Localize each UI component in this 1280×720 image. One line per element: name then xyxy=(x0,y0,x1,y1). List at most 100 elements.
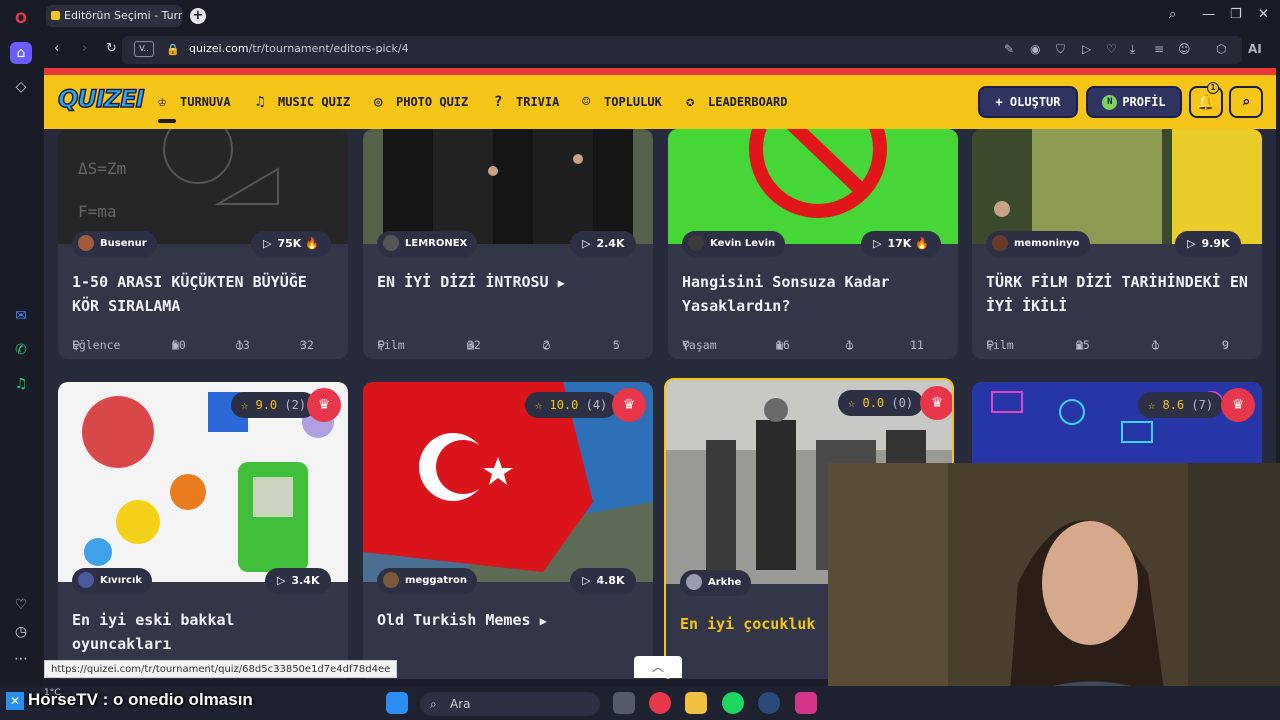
author-pill[interactable]: Arkhe xyxy=(680,570,752,596)
notifications-button[interactable]: 🔔 1 xyxy=(1189,82,1223,118)
opera-logo-icon[interactable]: O xyxy=(10,8,32,30)
more-icon[interactable]: ⋯ xyxy=(10,648,32,670)
minimize-button[interactable]: — xyxy=(1202,7,1215,22)
quiz-title[interactable]: 1-50 ARASI KÜÇÜKTEN BÜYÜĞE KÖR SIRALAMA xyxy=(72,270,342,318)
nav-music-quiz[interactable]: ♫ MUSIC QUIZ xyxy=(256,94,350,110)
bell-icon: 🔔 xyxy=(1196,93,1216,111)
extensions-icon[interactable]: ⬡ xyxy=(1216,42,1226,56)
quiz-title[interactable]: Old Turkish Memes ▶ xyxy=(377,608,647,633)
quiz-title[interactable]: TÜRK FİLM DİZİ TARİHİNDEKİ EN İYİ İKİLİ xyxy=(986,270,1261,318)
favorites-icon[interactable]: ♡ xyxy=(10,594,32,616)
crown-icon[interactable]: ♛ xyxy=(920,386,952,420)
crown-icon[interactable]: ♛ xyxy=(612,388,646,422)
vpn-badge-icon[interactable]: V.. xyxy=(134,41,154,57)
taskbar-search[interactable]: ⌕ Ara xyxy=(420,692,600,716)
profile-button[interactable]: N PROFİL xyxy=(1086,86,1182,118)
aria-ai-icon[interactable]: AI xyxy=(1248,42,1262,56)
url-text[interactable]: quizei.com/tr/tournament/editors-pick/4 xyxy=(189,42,409,55)
search-button[interactable]: ⌕ xyxy=(1229,86,1263,118)
quiz-card[interactable]: ΔS=Zm F=ma Busenur ▷ 75K 🔥 1-50 ARASI KÜÇÜ… xyxy=(58,129,348,359)
quizei-logo[interactable]: QUIZEI xyxy=(57,84,145,117)
crown-icon[interactable]: ♛ xyxy=(1221,388,1255,422)
plays-count: 2.4K xyxy=(596,237,625,250)
rating-pill: ☆ 10.0 (4) xyxy=(525,392,618,418)
nav-photo-quiz[interactable]: ◎ PHOTO QUIZ xyxy=(374,94,468,110)
quiz-stats: ⚲ Yaşam ▣ 16 ◯ 1 ♡ 11 xyxy=(682,338,924,352)
create-button[interactable]: + OLUŞTUR xyxy=(978,86,1078,118)
messenger-icon[interactable]: ✉ xyxy=(10,305,32,327)
lock-icon[interactable]: 🔒 xyxy=(166,43,180,56)
author-pill[interactable]: memoninyo xyxy=(986,231,1090,257)
menu-icon[interactable]: ≡ xyxy=(1154,42,1164,56)
author-pill[interactable]: Kıvırcık xyxy=(72,568,153,594)
opera-taskbar-icon[interactable] xyxy=(649,692,671,714)
profile-icon[interactable]: ☺ xyxy=(1178,42,1191,56)
quiz-stats: ⚲ Eğlence ▣ 50 ◯ 13 ♡ 32 xyxy=(72,338,314,352)
quiz-card[interactable]: ☆ 10.0 (4) ♛ meggatron ▷ 4.8K Old Turkish… xyxy=(363,382,653,679)
author-pill[interactable]: Kevin Levin xyxy=(682,231,786,257)
url-host: quizei.com xyxy=(189,42,249,55)
quiz-card[interactable]: ☆ 9.0 (2) ♛ Kıvırcık ▷ 3.4K En iyi eski b… xyxy=(58,382,348,679)
scroll-up-button[interactable]: ︿ xyxy=(634,656,682,678)
men-in-suits-image xyxy=(363,129,653,244)
shield-icon[interactable]: ⛉ xyxy=(1056,42,1065,57)
steam-icon[interactable] xyxy=(758,692,780,714)
url-path: /tr/tournament/editors-pick/4 xyxy=(248,42,409,55)
plays-pill: ▷ 75K 🔥 xyxy=(251,231,331,257)
forward-icon[interactable]: › xyxy=(82,41,87,56)
reload-icon[interactable]: ↻ xyxy=(106,41,117,56)
status-url: https://quizei.com/tr/tournament/quiz/68… xyxy=(44,660,398,678)
favicon-icon xyxy=(51,11,60,20)
trophy-icon: ♔ xyxy=(158,94,167,110)
author-pill[interactable]: meggatron xyxy=(377,568,477,594)
spotify-taskbar-icon[interactable] xyxy=(722,692,744,714)
site-header: QUIZEI ♔ TURNUVA ♫ MUSIC QUIZ ◎ PHOTO QUIZ … xyxy=(44,75,1276,129)
edit-icon[interactable]: ✎ xyxy=(1004,42,1014,56)
maximize-button[interactable]: ❐ xyxy=(1230,7,1242,22)
new-tab-button[interactable]: + xyxy=(190,8,206,24)
close-window-button[interactable]: ✕ xyxy=(1258,7,1269,22)
play-icon: ▷ xyxy=(873,237,882,250)
quiz-title[interactable]: En iyi eski bakkal oyuncakları xyxy=(72,608,312,656)
speed-dial-icon[interactable]: ◇ xyxy=(10,76,32,98)
streamer-webcam-image xyxy=(828,463,1280,720)
search-tabs-icon[interactable]: ⌕ xyxy=(1169,7,1176,22)
nav-label: TURNUVA xyxy=(180,95,231,109)
task-view-icon[interactable] xyxy=(613,692,635,714)
star-icon: ☆ xyxy=(848,396,856,410)
nav-trivia[interactable]: ? TRIVIA xyxy=(494,94,559,110)
heart-icon[interactable]: ♡ xyxy=(1106,42,1117,56)
search-icon: ⌕ xyxy=(430,697,437,711)
nav-label: TOPLULUK xyxy=(604,95,662,109)
nav-leaderboard[interactable]: ✪ LEADERBOARD xyxy=(686,94,787,110)
quiz-title[interactable]: Hangisini Sonsuza Kadar Yasaklardın? xyxy=(682,270,952,318)
tab-editors-pick[interactable]: Editörün Seçimi - Turnuva xyxy=(46,5,182,27)
instagram-icon[interactable] xyxy=(795,692,817,714)
quiz-card[interactable]: memoninyo ▷ 9.9K TÜRK FİLM DİZİ TARİHİNDE… xyxy=(972,129,1262,359)
browser-sidebar: O ⌂ ◇ ✉ ✆ ♫ ♡ ◷ ⋯ xyxy=(0,0,42,686)
author-pill[interactable]: LEMRONEX xyxy=(377,231,478,257)
windows-start-icon[interactable] xyxy=(386,692,408,714)
file-explorer-icon[interactable] xyxy=(685,692,707,714)
crown-icon[interactable]: ♛ xyxy=(307,388,341,422)
whatsapp-icon[interactable]: ✆ xyxy=(10,339,32,361)
avatar xyxy=(686,574,702,590)
nav-topluluk[interactable]: ☺ TOPLULUK xyxy=(582,94,662,110)
download-icon[interactable]: ⤓ xyxy=(1130,42,1135,57)
profile-label: PROFİL xyxy=(1122,95,1166,109)
author-name: LEMRONEX xyxy=(405,238,468,249)
nav-turnuva[interactable]: ♔ TURNUVA xyxy=(158,94,231,123)
home-icon[interactable]: ⌂ xyxy=(10,42,32,64)
spotify-icon[interactable]: ♫ xyxy=(10,373,32,395)
plays-pill: ▷ 3.4K xyxy=(265,568,332,594)
stream-logo-icon: ✕ xyxy=(6,692,24,710)
quiz-title[interactable]: EN İYİ DİZİ İNTROSU ▶ xyxy=(377,270,647,295)
quiz-card[interactable]: Kevin Levin ▷ 17K 🔥 Hangisini Sonsuza Kad… xyxy=(668,129,958,359)
quiz-card[interactable]: LEMRONEX ▷ 2.4K EN İYİ DİZİ İNTROSU ▶ ⚲ F… xyxy=(363,129,653,359)
top-stripe xyxy=(44,68,1276,75)
play-icon[interactable]: ▷ xyxy=(1082,42,1091,56)
history-icon[interactable]: ◷ xyxy=(10,621,32,643)
camera-icon[interactable]: ◉ xyxy=(1030,42,1040,56)
author-pill[interactable]: Busenur xyxy=(72,231,157,257)
back-icon[interactable]: ‹ xyxy=(54,41,59,56)
